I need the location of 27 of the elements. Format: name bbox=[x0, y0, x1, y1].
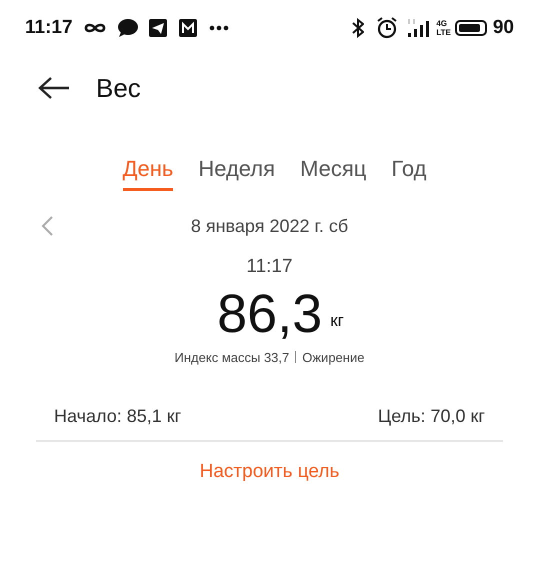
bluetooth-icon bbox=[352, 18, 364, 38]
chevron-left-icon bbox=[40, 215, 54, 237]
bmi-label: Индекс массы 33,7 bbox=[174, 348, 290, 367]
chat-bubble-icon bbox=[116, 18, 139, 38]
battery-icon bbox=[454, 20, 487, 36]
infinity-icon bbox=[82, 21, 107, 35]
period-tab[interactable]: Год bbox=[391, 152, 426, 191]
alarm-clock-icon bbox=[376, 17, 398, 39]
mail-icon bbox=[178, 19, 197, 37]
weight-value: 86,3 bbox=[217, 284, 322, 344]
weight-unit: кг bbox=[330, 310, 344, 332]
period-tab[interactable]: Неделя bbox=[198, 152, 276, 191]
date-label: 8 января 2022 г. сб bbox=[190, 214, 350, 238]
bmi-category: Ожирение bbox=[302, 348, 364, 367]
start-weight: Начало: 85,1 кг bbox=[54, 405, 182, 428]
period-tab[interactable]: Месяц bbox=[300, 152, 366, 191]
goal-weight: Цель: 70,0 кг bbox=[378, 405, 485, 428]
back-button[interactable] bbox=[38, 76, 70, 100]
back-arrow-icon bbox=[38, 76, 70, 100]
more-icon bbox=[208, 25, 229, 31]
measurement-time: 11:17 bbox=[246, 255, 293, 279]
battery-percentage: 90 bbox=[492, 16, 514, 40]
status-time: 11:17 bbox=[25, 16, 73, 40]
paper-plane-icon bbox=[148, 19, 167, 37]
network-type-label: 4G bbox=[436, 19, 448, 28]
network-type-label: LTE bbox=[436, 28, 451, 37]
page-title: Вес bbox=[96, 72, 141, 104]
